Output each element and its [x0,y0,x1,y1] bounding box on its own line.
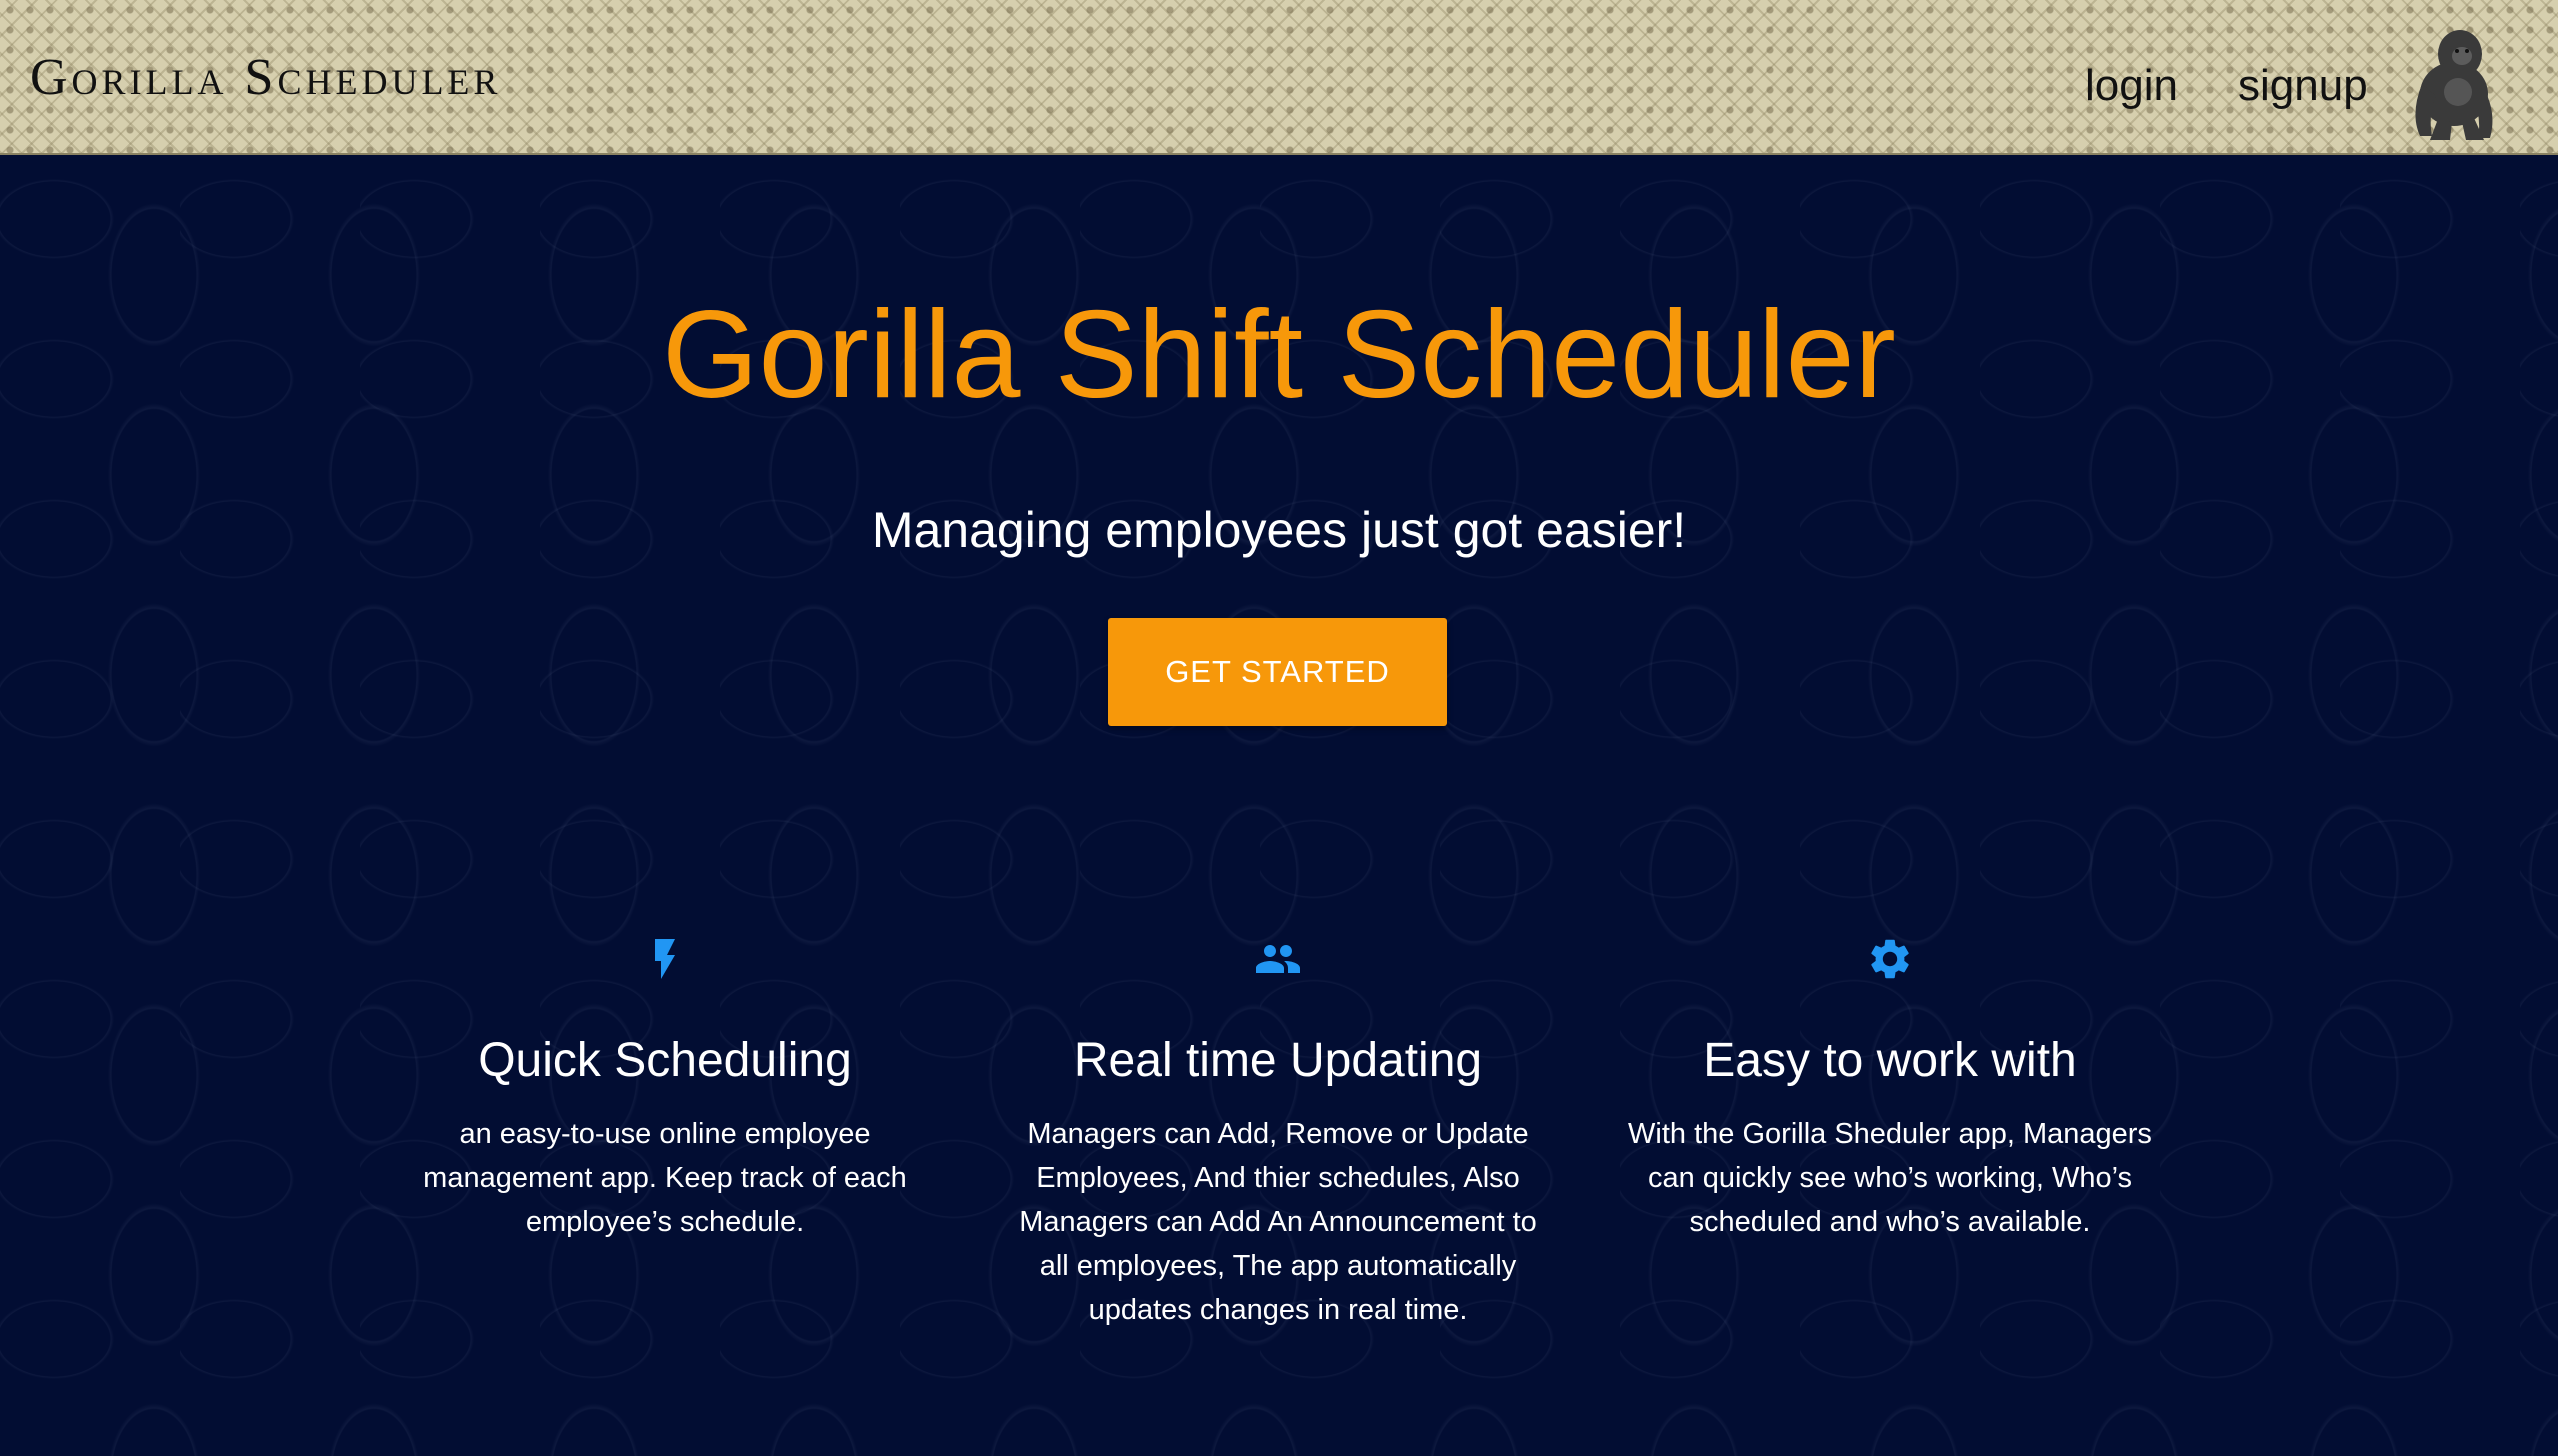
feature-description: an easy-to-use online employee managemen… [423,1117,907,1238]
feature-real-time-updating: Real time Updating Managers can Add, Rem… [988,935,1568,1332]
login-link[interactable]: login [2085,64,2178,108]
hero-subtitle: Managing employees just got easier! [871,502,1687,558]
hero-section: Gorilla Shift Scheduler Managing employe… [0,155,2558,1456]
feature-title: Quick Scheduling [478,1034,852,1087]
feature-description: With the Gorilla Sheduler app, Managers … [1628,1117,2152,1238]
gorilla-icon [2415,30,2493,140]
top-navbar: Gorilla Scheduler login signup [0,0,2558,155]
brand-logo-text[interactable]: Gorilla Scheduler [30,52,501,104]
feature-easy-to-work-with: Easy to work with With the Gorilla Shedu… [1600,935,2180,1244]
get-started-button[interactable]: GET STARTED [1108,618,1447,726]
feature-title: Easy to work with [1703,1034,2077,1087]
people-icon [1256,945,1300,973]
feature-title: Real time Updating [1073,1034,1483,1087]
hero-title: Gorilla Shift Scheduler [662,286,1896,424]
flash-icon [655,939,675,979]
signup-link[interactable]: signup [2238,64,2368,108]
gear-icon [1871,939,1909,979]
feature-quick-scheduling: Quick Scheduling an easy-to-use online e… [375,935,955,1244]
feature-description: Managers can Add, Remove or Update Emplo… [1019,1117,1537,1326]
